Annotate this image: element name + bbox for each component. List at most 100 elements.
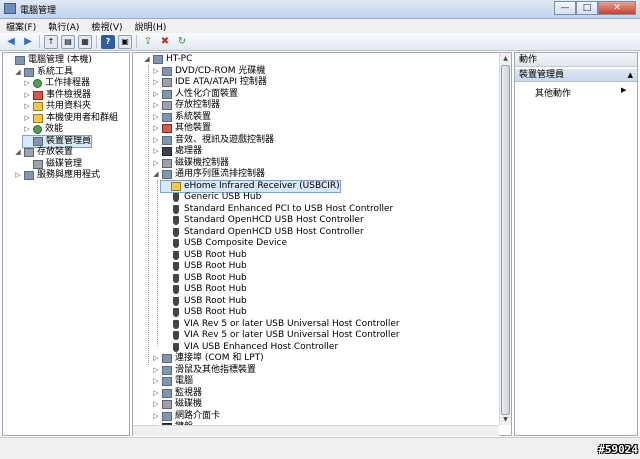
- expand-toggle-icon[interactable]: ◢: [14, 147, 22, 158]
- maximize-button[interactable]: □: [576, 1, 598, 15]
- tree-item[interactable]: Standard Enhanced PCI to USB Host Contro…: [161, 204, 393, 215]
- expand-toggle-icon[interactable]: ▷: [152, 158, 160, 169]
- tree-item-label: USB Root Hub: [184, 295, 247, 306]
- menu-help[interactable]: 說明(H): [129, 20, 173, 33]
- tree-item[interactable]: VIA Rev 5 or later USB Universal Host Co…: [161, 330, 400, 341]
- close-button[interactable]: ✕: [598, 1, 636, 15]
- tree-item[interactable]: VIA Rev 5 or later USB Universal Host Co…: [161, 319, 400, 330]
- back-arrow-icon[interactable]: ◀: [4, 35, 18, 49]
- expand-toggle-icon[interactable]: ▷: [23, 113, 31, 124]
- storage-icon: [24, 148, 34, 157]
- tree-item[interactable]: USB Root Hub: [161, 261, 247, 272]
- tree-item[interactable]: ▷ 存放控制器: [152, 100, 220, 111]
- tree-item[interactable]: ▷ 工作排程器: [23, 78, 90, 89]
- expand-toggle-icon[interactable]: ▷: [152, 411, 160, 422]
- tree-item[interactable]: 磁碟管理: [23, 159, 82, 170]
- scrollbar-thumb[interactable]: [501, 65, 510, 415]
- expand-toggle-icon[interactable]: ▷: [23, 90, 31, 101]
- tree-item[interactable]: ▷ 滑鼠及其他指標裝置: [152, 365, 256, 376]
- tree-item[interactable]: USB Root Hub: [161, 307, 247, 318]
- tree-item[interactable]: ▷ 人性化介面裝置: [152, 89, 238, 100]
- expand-toggle-icon[interactable]: ◢: [14, 67, 22, 78]
- expand-toggle-icon[interactable]: ▷: [152, 112, 160, 123]
- expand-toggle-icon[interactable]: ▷: [23, 101, 31, 112]
- expand-toggle-icon[interactable]: ▷: [23, 124, 31, 135]
- more-actions-item[interactable]: 其他動作 ▶: [535, 86, 626, 99]
- tree-item[interactable]: ▷ 磁碟機控制器: [152, 158, 229, 169]
- tree-item[interactable]: ◢ 系統工具: [14, 67, 73, 78]
- tree-item[interactable]: 裝置管理員: [21, 134, 93, 148]
- horizontal-scrollbar[interactable]: [133, 425, 499, 436]
- scroll-up-arrow-icon[interactable]: ▲: [500, 53, 511, 64]
- tree-item[interactable]: USB Root Hub: [161, 250, 247, 261]
- tree-item[interactable]: ▷ 監視器: [152, 388, 202, 399]
- expand-toggle-icon[interactable]: ▷: [152, 353, 160, 364]
- tree-item[interactable]: ▷ 連接埠 (COM 和 LPT): [152, 353, 264, 364]
- clock-icon: [33, 79, 42, 88]
- tree-item[interactable]: USB Composite Device: [161, 238, 287, 249]
- usb-icon: [173, 342, 179, 352]
- tree-item[interactable]: Generic USB Hub: [161, 192, 261, 203]
- tree-item[interactable]: Standard OpenHCD USB Host Controller: [161, 215, 364, 226]
- menu-action[interactable]: 執行(A): [42, 20, 85, 33]
- expand-toggle-icon[interactable]: ▷: [152, 376, 160, 387]
- menu-view[interactable]: 檢視(V): [85, 20, 128, 33]
- usb-icon: [173, 319, 179, 329]
- expand-toggle-icon[interactable]: ▷: [152, 399, 160, 410]
- tree-item[interactable]: ▷ 其他裝置: [152, 123, 211, 134]
- collapse-up-icon[interactable]: ▲: [628, 69, 633, 82]
- tree-item[interactable]: ▷ 效能: [23, 124, 63, 135]
- expand-toggle-icon[interactable]: ▷: [152, 123, 160, 134]
- update-driver-icon[interactable]: ⇪: [141, 35, 155, 49]
- tree-item[interactable]: ◢ HT-PC: [143, 54, 192, 65]
- tree-item[interactable]: ▷ 服務與應用程式: [14, 170, 100, 181]
- tree-item[interactable]: USB Root Hub: [161, 284, 247, 295]
- tree-item[interactable]: 電腦管理 (本機): [5, 55, 92, 66]
- properties-icon[interactable]: ▣: [118, 34, 132, 49]
- tree-item[interactable]: ▷ 音效、視訊及遊戲控制器: [152, 135, 274, 146]
- expand-toggle-icon[interactable]: ▷: [152, 89, 160, 100]
- tree-item[interactable]: ▷ 系統裝置: [152, 112, 211, 123]
- tree-item[interactable]: ▷ 網路介面卡: [152, 411, 220, 422]
- up-folder-icon[interactable]: ↑: [44, 34, 58, 49]
- tree-item[interactable]: USB Root Hub: [161, 273, 247, 284]
- expand-toggle-icon[interactable]: ▷: [14, 170, 22, 181]
- expand-toggle-icon[interactable]: ▷: [152, 100, 160, 111]
- export-list-icon[interactable]: ▦: [78, 34, 92, 49]
- tree-item[interactable]: ◢ 存放裝置: [14, 147, 73, 158]
- expand-toggle-icon[interactable]: ▷: [152, 365, 160, 376]
- tree-item[interactable]: ▷ 共用資料夾: [23, 101, 91, 112]
- tree-item[interactable]: ▷ 本機使用者和群組: [23, 113, 118, 124]
- tree-item[interactable]: ▷ 事件檢視器: [23, 90, 91, 101]
- actions-section-device-manager[interactable]: 裝置管理員 ▲: [515, 69, 637, 82]
- expand-toggle-icon[interactable]: ◢: [152, 169, 160, 180]
- expand-toggle-icon[interactable]: ◢: [143, 54, 151, 65]
- expand-toggle-icon[interactable]: ▷: [23, 78, 31, 89]
- ir-receiver-icon: [171, 181, 181, 191]
- tree-item[interactable]: ◢ 通用序列匯流排控制器: [152, 169, 265, 180]
- menu-file[interactable]: 檔案(F): [0, 20, 42, 33]
- tree-item[interactable]: ▷ 磁碟機: [152, 399, 202, 410]
- vertical-scrollbar[interactable]: ▲ ▼: [499, 53, 511, 425]
- tree-item[interactable]: ▷ DVD/CD-ROM 光碟機: [152, 66, 265, 77]
- tree-item[interactable]: Standard OpenHCD USB Host Controller: [161, 227, 364, 238]
- help-icon[interactable]: ?: [101, 34, 115, 49]
- tree-item[interactable]: ▷ 電腦: [152, 376, 193, 387]
- tree-item[interactable]: VIA USB Enhanced Host Controller: [161, 342, 338, 353]
- expand-toggle-icon[interactable]: ▷: [152, 388, 160, 399]
- uninstall-device-icon[interactable]: ✖: [158, 35, 172, 49]
- expand-toggle-icon[interactable]: ▷: [152, 66, 160, 77]
- expand-toggle-icon[interactable]: ▷: [152, 77, 160, 88]
- tree-item[interactable]: ▷ IDE ATA/ATAPI 控制器: [152, 77, 267, 88]
- tree-item[interactable]: ▷ 處理器: [152, 146, 202, 157]
- minimize-button[interactable]: —: [554, 1, 576, 15]
- tree-item[interactable]: USB Root Hub: [161, 296, 247, 307]
- show-hide-tree-icon[interactable]: ▤: [61, 34, 75, 49]
- scan-hardware-icon[interactable]: ↻: [175, 35, 189, 49]
- expand-toggle-icon[interactable]: ▷: [152, 146, 160, 157]
- expand-toggle-icon[interactable]: ▷: [152, 135, 160, 146]
- tree-item[interactable]: eHome Infrared Receiver (USBCIR): [160, 179, 341, 193]
- forward-arrow-icon[interactable]: ▶: [21, 35, 35, 49]
- scroll-down-arrow-icon[interactable]: ▼: [500, 414, 511, 425]
- tree-item-label: 其他裝置: [175, 123, 212, 133]
